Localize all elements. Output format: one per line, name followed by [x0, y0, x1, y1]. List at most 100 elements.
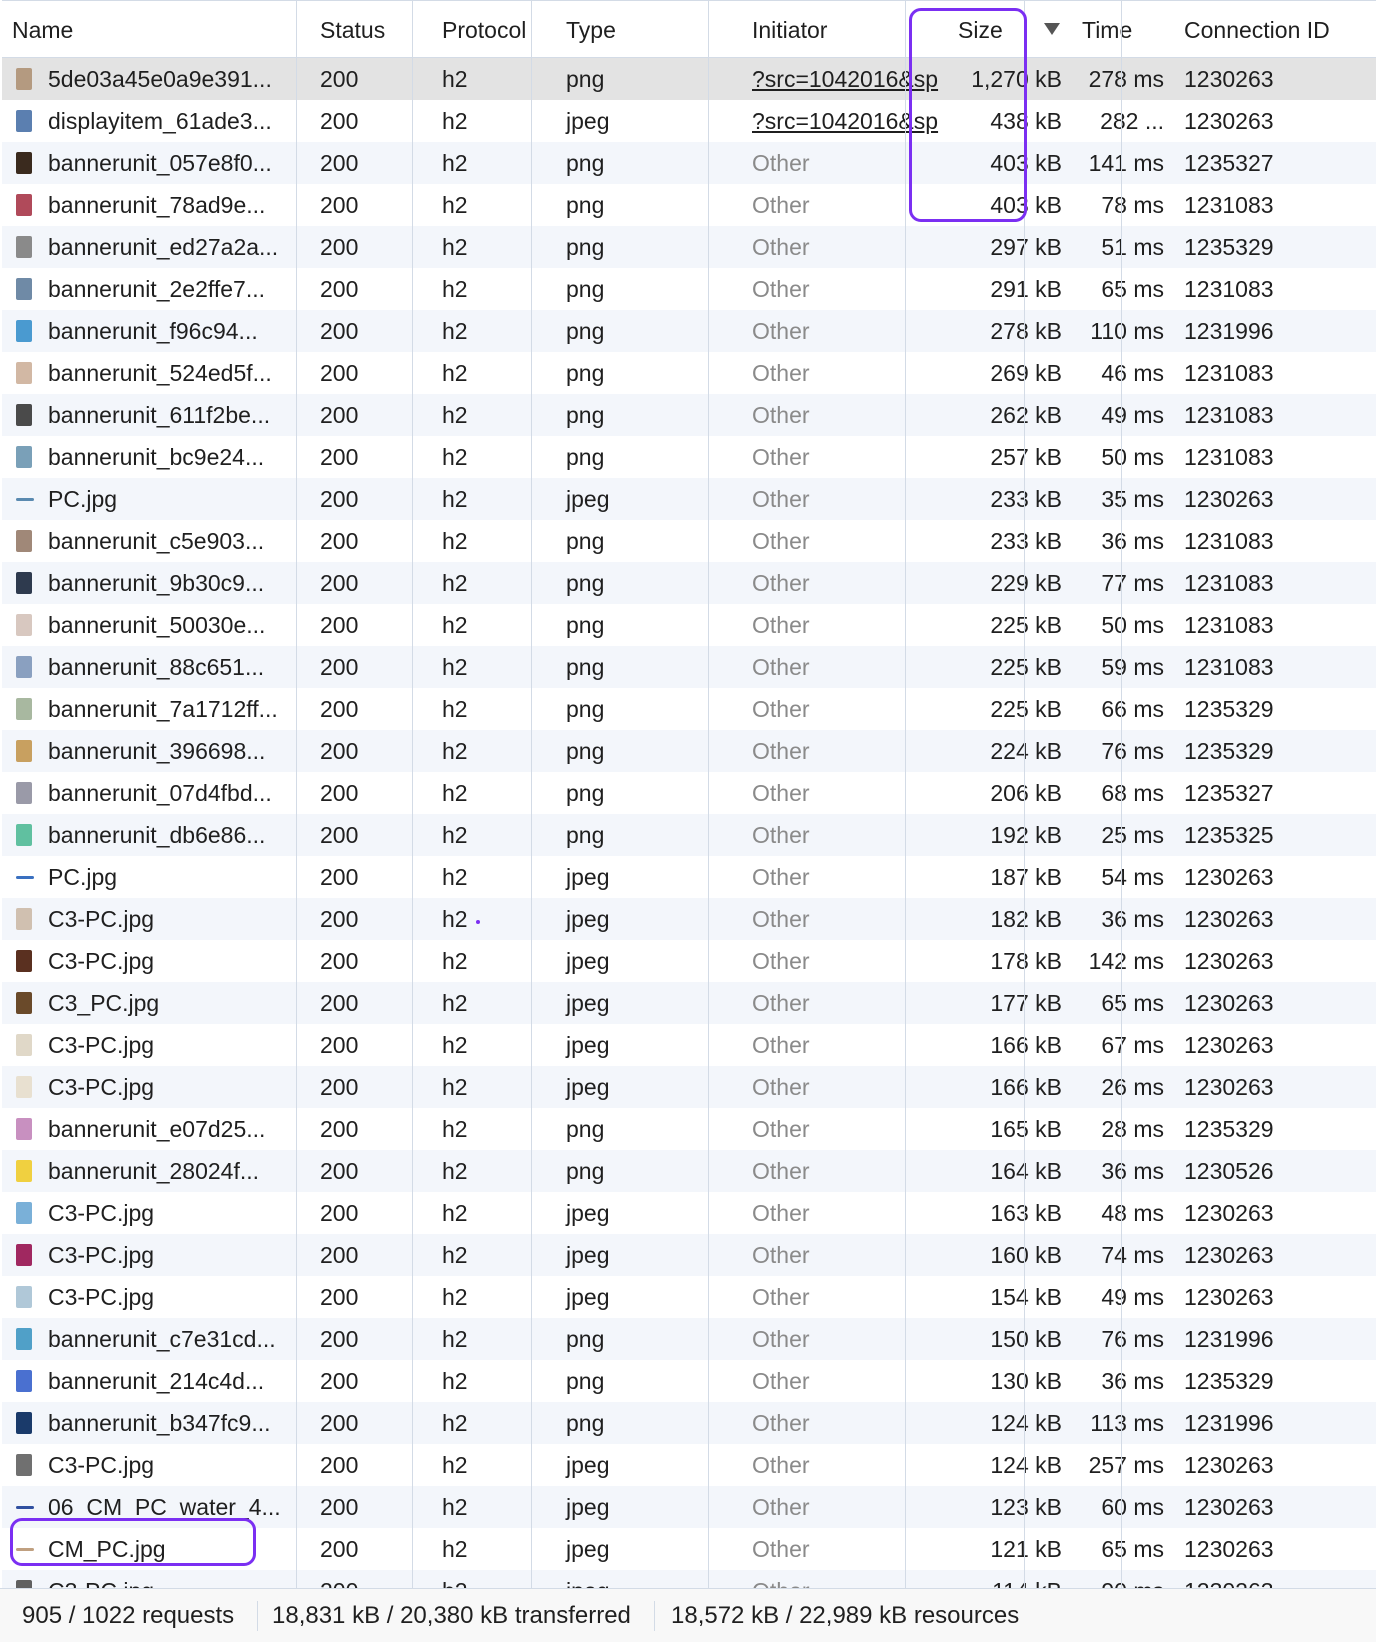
request-name-cell[interactable]: C3-PC.jpg: [2, 1024, 310, 1066]
table-row[interactable]: bannerunit_88c651... 200 h2 png Other 225 kB 5…: [2, 646, 1376, 688]
request-name-cell[interactable]: C3_PC.jpg: [2, 982, 310, 1024]
table-row[interactable]: bannerunit_7a1712ff... 200 h2 png Other 225 k…: [2, 688, 1376, 730]
request-name: bannerunit_2e2ffe7...: [48, 276, 265, 302]
request-name-cell[interactable]: bannerunit_c5e903...: [2, 520, 310, 562]
table-row[interactable]: displayitem_61ade3... 200 h2 jpeg ?src=10420…: [2, 100, 1376, 142]
request-name-cell[interactable]: C3-PC.jpg: [2, 1192, 310, 1234]
table-row[interactable]: bannerunit_c5e903... 200 h2 png Other 233 kB 3…: [2, 520, 1376, 562]
table-row[interactable]: C3-PC.jpg 200 h2 jpeg Other 166 kB 67 ms 123026…: [2, 1024, 1376, 1066]
column-header-time[interactable]: Time: [1072, 1, 1174, 57]
status-cell: 200: [320, 864, 359, 890]
table-row[interactable]: bannerunit_78ad9e... 200 h2 png Other 403 kB 7…: [2, 184, 1376, 226]
request-name-cell[interactable]: bannerunit_88c651...: [2, 646, 310, 688]
table-row[interactable]: bannerunit_2e2ffe7... 200 h2 png Other 291 kB…: [2, 268, 1376, 310]
image-thumbnail-icon: [16, 824, 32, 846]
table-row[interactable]: bannerunit_524ed5f... 200 h2 png Other 269 kB…: [2, 352, 1376, 394]
table-row[interactable]: C3-PC.jpg 200 h2 jpeg Other 160 kB 74 ms 123026…: [2, 1234, 1376, 1276]
size-cell: 229 kB: [990, 570, 1062, 596]
table-row[interactable]: bannerunit_07d4fbd... 200 h2 png Other 206 kB…: [2, 772, 1376, 814]
request-name: bannerunit_e07d25...: [48, 1116, 266, 1142]
table-row[interactable]: C3-PC.jpg 200 h2 jpeg Other 178 kB 142 ms 12302…: [2, 940, 1376, 982]
request-name-cell[interactable]: C3-PC.jpg: [2, 898, 310, 940]
request-name-cell[interactable]: 5de03a45e0a9e391...: [2, 58, 310, 100]
initiator-text: Other: [752, 696, 810, 722]
initiator-text: Other: [752, 444, 810, 470]
column-header-connection-id[interactable]: Connection ID: [1174, 1, 1376, 57]
request-name-cell[interactable]: PC.jpg: [2, 856, 310, 898]
protocol-cell: h2: [442, 1452, 468, 1478]
table-row[interactable]: bannerunit_c7e31cd... 200 h2 png Other 150 kB…: [2, 1318, 1376, 1360]
request-name-cell[interactable]: PC.jpg: [2, 478, 310, 520]
request-name-cell[interactable]: bannerunit_396698...: [2, 730, 310, 772]
request-name-cell[interactable]: bannerunit_bc9e24...: [2, 436, 310, 478]
table-row[interactable]: bannerunit_611f2be... 200 h2 png Other 262 kB…: [2, 394, 1376, 436]
request-name-cell[interactable]: bannerunit_07d4fbd...: [2, 772, 310, 814]
request-name-cell[interactable]: bannerunit_b347fc9...: [2, 1402, 310, 1444]
request-name: C3-PC.jpg: [48, 1242, 155, 1268]
column-divider[interactable]: [531, 1, 532, 1589]
request-name-cell[interactable]: C3-PC.jpg: [2, 1444, 310, 1486]
table-row[interactable]: C3-PC.jpg 200 h2 jpeg Other 154 kB 49 ms 123026…: [2, 1276, 1376, 1318]
request-name-cell[interactable]: bannerunit_057e8f0...: [2, 142, 310, 184]
request-name-cell[interactable]: C3-PC.jpg: [2, 1276, 310, 1318]
request-name-cell[interactable]: C3-PC.jpg: [2, 1066, 310, 1108]
table-row[interactable]: C3-PC.jpg 200 h2 jpeg Other 163 kB 48 ms 123026…: [2, 1192, 1376, 1234]
table-row[interactable]: bannerunit_50030e... 200 h2 png Other 225 kB 5…: [2, 604, 1376, 646]
request-name-cell[interactable]: bannerunit_ed27a2a...: [2, 226, 310, 268]
table-row[interactable]: bannerunit_ed27a2a... 200 h2 png Other 297 kB…: [2, 226, 1376, 268]
table-row[interactable]: C3-PC.jpg 200 h2 jpeg Other 166 kB 26 ms 123026…: [2, 1066, 1376, 1108]
table-row[interactable]: 5de03a45e0a9e391... 200 h2 png ?src=1042016&…: [2, 58, 1376, 100]
column-divider[interactable]: [1024, 1, 1025, 1589]
column-header-name[interactable]: Name: [2, 1, 310, 57]
column-divider[interactable]: [412, 1, 413, 1589]
column-header-protocol[interactable]: Protocol: [432, 1, 556, 57]
table-row[interactable]: bannerunit_28024f... 200 h2 png Other 164 kB 3…: [2, 1150, 1376, 1192]
protocol-cell: h2: [442, 780, 468, 806]
request-name-cell[interactable]: bannerunit_78ad9e...: [2, 184, 310, 226]
request-name-cell[interactable]: displayitem_61ade3...: [2, 100, 310, 142]
column-header-status[interactable]: Status: [310, 1, 432, 57]
table-row[interactable]: bannerunit_b347fc9... 200 h2 png Other 124 kB…: [2, 1402, 1376, 1444]
request-name-cell[interactable]: C3-PC.jpg: [2, 940, 310, 982]
table-row[interactable]: C3_PC.jpg 200 h2 jpeg Other 177 kB 65 ms 123026…: [2, 982, 1376, 1024]
table-row[interactable]: bannerunit_f96c94... 200 h2 png Other 278 kB 1…: [2, 310, 1376, 352]
protocol-cell: h2: [442, 444, 468, 470]
request-name-cell[interactable]: bannerunit_524ed5f...: [2, 352, 310, 394]
table-row[interactable]: bannerunit_9b30c9... 200 h2 png Other 229 kB 7…: [2, 562, 1376, 604]
request-name-cell[interactable]: bannerunit_2e2ffe7...: [2, 268, 310, 310]
size-cell: 121 kB: [990, 1536, 1062, 1562]
request-name-cell[interactable]: C3-PC.jpg: [2, 1570, 310, 1589]
column-divider[interactable]: [1121, 1, 1122, 1589]
table-row[interactable]: C3-PC.jpg 200 h2 jpeg Other 124 kB 257 ms 12302…: [2, 1444, 1376, 1486]
table-row[interactable]: PC.jpg 200 h2 jpeg Other 187 kB 54 ms 1230263: [2, 856, 1376, 898]
request-name-cell[interactable]: bannerunit_7a1712ff...: [2, 688, 310, 730]
request-name-cell[interactable]: bannerunit_28024f...: [2, 1150, 310, 1192]
column-header-type[interactable]: Type: [556, 1, 742, 57]
table-row[interactable]: C3-PC.jpg 200h2jpegOther114 kB90 ms123026…: [2, 1570, 1376, 1589]
column-divider[interactable]: [905, 1, 906, 1589]
image-thumbnail-icon: [16, 876, 34, 879]
table-row[interactable]: bannerunit_214c4d... 200 h2 png Other 130 kB 3…: [2, 1360, 1376, 1402]
table-row[interactable]: bannerunit_396698... 200 h2 png Other 224 kB 7…: [2, 730, 1376, 772]
initiator-text: Other: [752, 1284, 810, 1310]
request-name-cell[interactable]: bannerunit_50030e...: [2, 604, 310, 646]
request-name-cell[interactable]: bannerunit_e07d25...: [2, 1108, 310, 1150]
table-row[interactable]: bannerunit_e07d25... 200 h2 png Other 165 kB 2…: [2, 1108, 1376, 1150]
table-row[interactable]: bannerunit_bc9e24... 200 h2 png Other 257 kB 5…: [2, 436, 1376, 478]
request-name-cell[interactable]: bannerunit_f96c94...: [2, 310, 310, 352]
connection-id-cell: 1230263: [1184, 108, 1274, 134]
table-row[interactable]: PC.jpg 200 h2 jpeg Other 233 kB 35 ms 1230263: [2, 478, 1376, 520]
column-divider[interactable]: [708, 1, 709, 1589]
status-cell: 200: [320, 360, 359, 386]
table-row[interactable]: bannerunit_057e8f0... 200 h2 png Other 403 kB…: [2, 142, 1376, 184]
table-row[interactable]: bannerunit_db6e86... 200 h2 png Other 192 kB 2…: [2, 814, 1376, 856]
table-row[interactable]: C3-PC.jpg 200 h2 jpeg Other 182 kB 36 ms 123026…: [2, 898, 1376, 940]
column-divider[interactable]: [296, 1, 297, 1589]
request-name-cell[interactable]: bannerunit_611f2be...: [2, 394, 310, 436]
request-name-cell[interactable]: C3-PC.jpg: [2, 1234, 310, 1276]
connection-id-cell: 1231083: [1184, 360, 1274, 386]
request-name-cell[interactable]: bannerunit_214c4d...: [2, 1360, 310, 1402]
request-name-cell[interactable]: bannerunit_9b30c9...: [2, 562, 310, 604]
request-name-cell[interactable]: bannerunit_db6e86...: [2, 814, 310, 856]
request-name-cell[interactable]: bannerunit_c7e31cd...: [2, 1318, 310, 1360]
